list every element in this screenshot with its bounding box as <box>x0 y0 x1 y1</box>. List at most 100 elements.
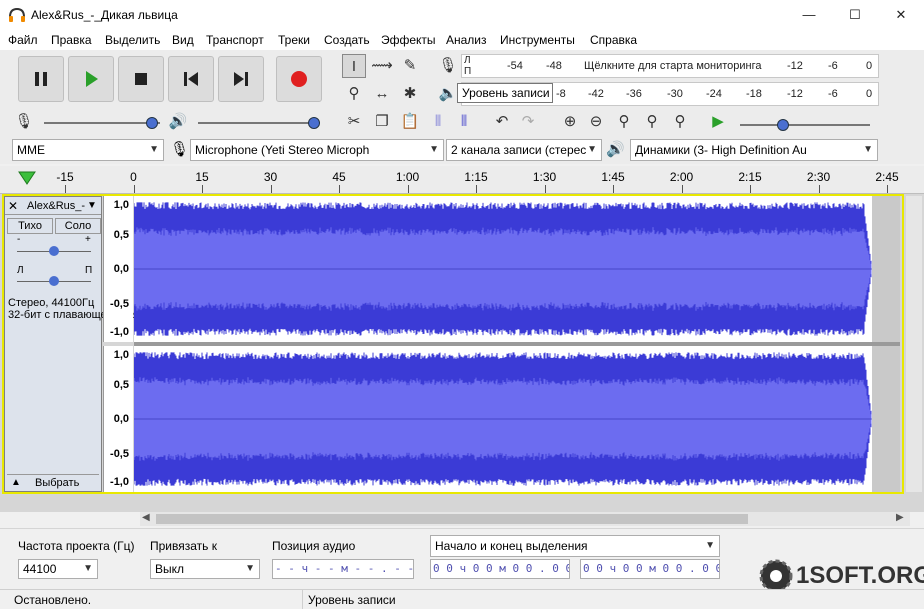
timeshift-tool-button[interactable]: ↔ <box>370 82 394 106</box>
magnifier-icon: ⚲ <box>348 85 360 102</box>
fit-project-button[interactable]: ⚲ <box>640 110 664 134</box>
scale-label: 0,5 <box>113 379 129 391</box>
meter-tick: -48 <box>546 60 562 72</box>
ruler-tick-label: 1:30 <box>532 170 557 184</box>
meter-left-label: Л <box>464 55 471 66</box>
skip-to-start-button[interactable] <box>168 56 214 102</box>
output-volume-thumb[interactable] <box>308 117 320 129</box>
solo-button[interactable]: Соло <box>55 218 101 234</box>
cut-button[interactable]: ✂ <box>342 110 366 134</box>
ruler-tick-mark <box>476 185 477 193</box>
chevron-down-icon: ▼ <box>83 563 93 574</box>
menu-generate[interactable]: Создать <box>324 33 370 47</box>
menu-effects[interactable]: Эффекты <box>381 33 436 47</box>
scroll-right-icon[interactable]: ▶ <box>896 512 904 523</box>
menu-edit[interactable]: Правка <box>51 33 92 47</box>
record-meter[interactable]: Л П -54 -48 Щёлкните для старта монитори… <box>461 54 879 78</box>
clipboard-icon: 📋 <box>400 113 420 130</box>
recording-device-select[interactable]: Microphone (Yeti Stereo Microph ▼ <box>190 139 444 161</box>
record-icon <box>291 71 307 87</box>
project-rate-select[interactable]: 44100 ▼ <box>18 559 98 579</box>
ruler-tick-mark <box>133 185 135 193</box>
menu-view[interactable]: Вид <box>172 33 194 47</box>
ruler-tick-label: 45 <box>332 170 346 184</box>
scale-label: -0,5 <box>110 448 129 460</box>
play-at-speed-button[interactable]: ▶ <box>706 110 730 134</box>
maximize-button[interactable]: ☐ <box>832 0 878 30</box>
zoom-toggle-button[interactable]: ⚲ <box>668 110 692 134</box>
menu-tools[interactable]: Инструменты <box>500 33 575 47</box>
status-bar: Остановлено. Уровень записи <box>0 589 924 609</box>
selection-start-field[interactable]: 0 0 ч 0 0 м 0 0 . 0 0 0 с <box>430 559 570 579</box>
play-button[interactable] <box>68 56 114 102</box>
draw-tool-button[interactable]: ✎ <box>398 54 422 78</box>
recording-channels-select[interactable]: 2 канала записи (стерес ▼ <box>446 139 602 161</box>
zoom-toggle-icon: ⚲ <box>674 113 686 130</box>
amplitude-scale-left[interactable]: 1,0 0,5 0,0 -0,5 -1,0 <box>103 196 133 342</box>
horizontal-scroll-thumb[interactable] <box>156 514 748 524</box>
record-button[interactable] <box>276 56 322 102</box>
pause-button[interactable] <box>18 56 64 102</box>
record-meter-button[interactable]: 🎙 <box>436 54 460 78</box>
silence-button[interactable]: ⦀ <box>452 110 476 134</box>
ruler-tick-mark <box>887 185 888 193</box>
selection-mode-select[interactable]: Начало и конец выделения ▼ <box>430 535 720 557</box>
copy-button[interactable]: ❐ <box>370 110 394 134</box>
zoom-tool-button[interactable]: ⚲ <box>342 82 366 106</box>
menu-file[interactable]: Файл <box>8 33 38 47</box>
meter-tick: 0 <box>866 88 873 100</box>
mute-button[interactable]: Тихо <box>7 218 53 234</box>
chevron-down-icon: ▼ <box>149 144 159 155</box>
close-button[interactable]: ✕ <box>878 0 924 30</box>
speaker-icon: 🔊 <box>168 113 188 130</box>
audio-host-select[interactable]: MME ▼ <box>12 139 164 161</box>
playback-device-select[interactable]: Динамики (3- High Definition Au ▼ <box>630 139 878 161</box>
pan-left-label: Л <box>17 265 24 276</box>
meter-tick: -36 <box>626 88 642 100</box>
undo-button[interactable]: ↶ <box>490 110 514 134</box>
audio-position-field[interactable]: - - ч - - м - - . - - - с <box>272 559 414 579</box>
snap-to-select[interactable]: Выкл ▼ <box>150 559 260 579</box>
menu-analyze[interactable]: Анализ <box>446 33 487 47</box>
menu-select[interactable]: Выделить <box>105 33 160 47</box>
zoom-out-button[interactable]: ⊖ <box>584 110 608 134</box>
multi-tool-button[interactable]: ✱ <box>398 82 422 106</box>
input-volume-slider[interactable] <box>44 122 160 124</box>
play-speed-slider[interactable] <box>740 124 870 126</box>
fit-selection-button[interactable]: ⚲ <box>612 110 636 134</box>
amplitude-scale-right[interactable]: 1,0 0,5 0,0 -0,5 -1,0 <box>103 346 133 492</box>
skip-to-end-button[interactable] <box>218 56 264 102</box>
waveform-right-channel[interactable] <box>134 346 900 492</box>
select-track-button[interactable]: Выбрать <box>35 477 79 489</box>
scroll-left-icon[interactable]: ◀ <box>142 512 150 523</box>
play-speed-thumb[interactable] <box>777 119 789 131</box>
output-volume-slider[interactable] <box>198 122 316 124</box>
selection-end-field[interactable]: 0 0 ч 0 0 м 0 0 . 0 0 0 с <box>580 559 720 579</box>
zoom-in-button[interactable]: ⊕ <box>558 110 582 134</box>
menu-help[interactable]: Справка <box>590 33 637 47</box>
selection-tool-button[interactable]: I <box>342 54 366 78</box>
track-close-button[interactable]: ✕ <box>8 199 18 213</box>
timeline-ruler[interactable]: -15 0 15 30 45 1:00 1:15 1:30 1:45 2:00 2:15 2:30 2:… <box>0 166 924 194</box>
track-name[interactable]: Alex&Rus_- <box>27 200 85 212</box>
pinned-play-head-icon[interactable] <box>18 170 36 186</box>
stop-button[interactable] <box>118 56 164 102</box>
waveform-left-channel[interactable] <box>134 196 900 342</box>
trim-button[interactable]: ⦀ <box>426 110 450 134</box>
menu-transport[interactable]: Транспорт <box>206 33 264 47</box>
redo-button[interactable]: ↷ <box>516 110 540 134</box>
gain-slider-thumb[interactable] <box>49 246 59 256</box>
vertical-scrollbar[interactable] <box>906 196 922 492</box>
input-volume-thumb[interactable] <box>146 117 158 129</box>
pause-icon <box>35 72 47 86</box>
horizontal-scrollbar[interactable]: ◀ ▶ <box>140 512 910 526</box>
pan-slider-thumb[interactable] <box>49 276 59 286</box>
menu-tracks[interactable]: Треки <box>278 33 310 47</box>
collapse-track-icon[interactable]: ▲ <box>11 477 21 488</box>
ruler-tick-mark <box>613 185 614 193</box>
track-menu-icon[interactable]: ▼ <box>87 200 97 211</box>
paste-button[interactable]: 📋 <box>398 110 422 134</box>
ruler-tick-mark <box>544 185 546 193</box>
minimize-button[interactable]: — <box>786 0 832 30</box>
envelope-tool-button[interactable]: ⟿ <box>370 54 394 78</box>
